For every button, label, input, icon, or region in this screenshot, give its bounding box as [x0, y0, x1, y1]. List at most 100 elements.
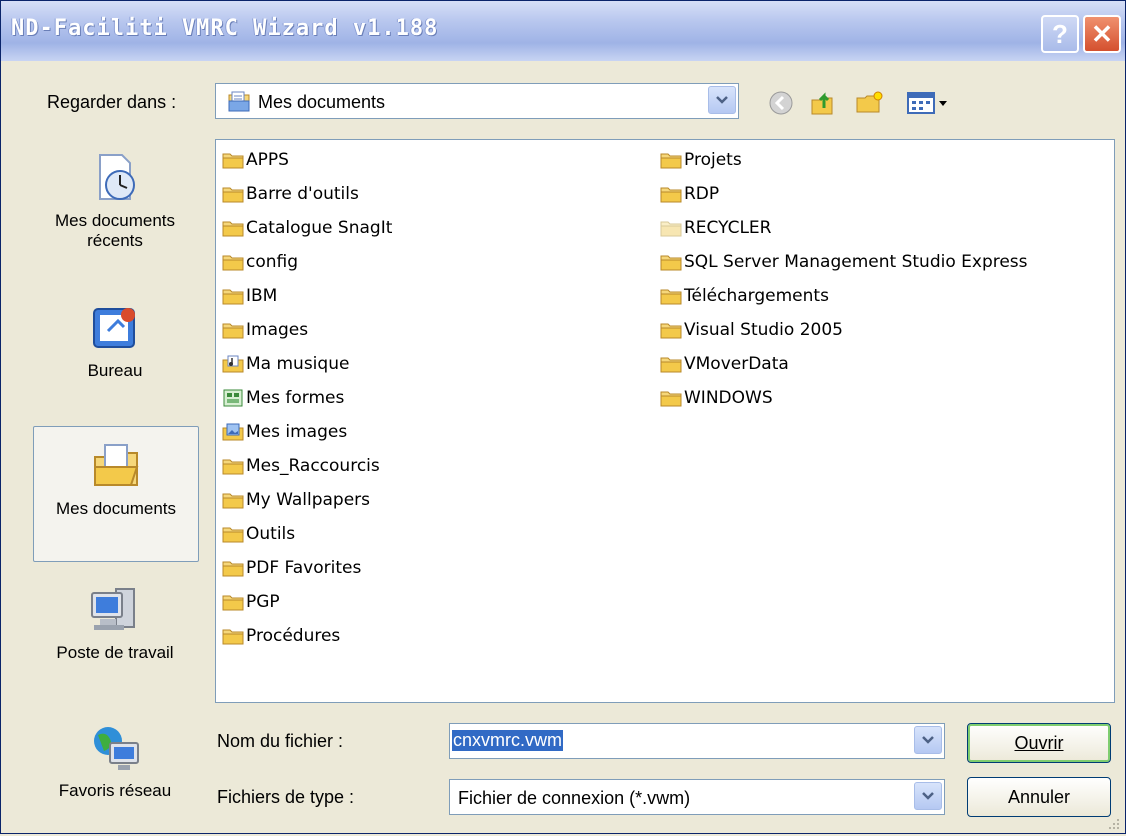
list-item[interactable]: SQL Server Management Studio Express — [660, 247, 1028, 277]
list-item-label: Visual Studio 2005 — [684, 320, 843, 340]
hidden-folder-icon — [660, 219, 682, 237]
up-folder-icon[interactable] — [807, 87, 839, 119]
cancel-button[interactable]: Annuler — [967, 777, 1111, 817]
my-computer-icon — [88, 583, 142, 637]
list-item[interactable]: Ma musique — [222, 349, 349, 379]
place-desktop[interactable]: Bureau — [33, 289, 197, 409]
list-item-label: Projets — [684, 150, 742, 170]
window-title: ND-Faciliti VMRC Wizard v1.188 — [11, 16, 439, 41]
list-item-label: config — [246, 252, 299, 272]
folder-icon — [222, 491, 244, 509]
file-type-label: Fichiers de type : — [217, 787, 355, 807]
pictures-folder-icon — [222, 423, 244, 441]
list-item[interactable]: My Wallpapers — [222, 485, 370, 515]
place-recent-documents[interactable]: Mes documents récents — [33, 139, 197, 279]
list-item[interactable]: Visual Studio 2005 — [660, 315, 843, 345]
places-bar: Mes documents récents Bureau Mes documen… — [33, 139, 201, 819]
list-item-label: Images — [246, 320, 309, 340]
my-documents-icon — [89, 439, 143, 493]
list-item[interactable]: APPS — [222, 145, 289, 175]
place-label: Poste de travail — [56, 643, 174, 662]
list-item-label: PDF Favorites — [246, 558, 362, 578]
list-item[interactable]: WINDOWS — [660, 383, 773, 413]
place-label: Mes documents récents — [55, 211, 175, 250]
list-item[interactable]: VMoverData — [660, 349, 789, 379]
folder-icon — [660, 355, 682, 373]
file-name-input[interactable]: cnxvmrc.vwm — [449, 723, 945, 759]
open-file-dialog: ND-Faciliti VMRC Wizard v1.188 ? ✕ Regar… — [0, 0, 1126, 834]
list-item-label: Mes formes — [246, 388, 345, 408]
view-menu-icon[interactable] — [903, 87, 953, 119]
file-list[interactable]: APPS Barre d'outils Catalogue SnagIt config… — [215, 139, 1115, 703]
folder-icon — [222, 457, 244, 475]
list-item-label: APPS — [246, 150, 289, 170]
list-item[interactable]: Mes_Raccourcis — [222, 451, 380, 481]
list-item[interactable]: Catalogue SnagIt — [222, 213, 392, 243]
place-my-documents[interactable]: Mes documents — [33, 426, 199, 562]
folder-icon — [222, 287, 244, 305]
list-item[interactable]: Images — [222, 315, 308, 345]
list-item[interactable]: Téléchargements — [660, 281, 829, 311]
chevron-down-icon[interactable] — [708, 86, 736, 114]
back-icon[interactable] — [765, 87, 797, 119]
list-item-label: Mes images — [246, 422, 348, 442]
folder-icon — [222, 321, 244, 339]
look-in-combo[interactable]: Mes documents — [215, 83, 739, 119]
list-item[interactable]: Mes images — [222, 417, 347, 447]
open-button[interactable]: Ouvrir — [967, 723, 1111, 763]
list-item[interactable]: RECYCLER — [660, 213, 771, 243]
chevron-down-icon[interactable] — [914, 782, 942, 810]
folder-icon — [222, 627, 244, 645]
list-item[interactable]: Mes formes — [222, 383, 344, 413]
file-type-select[interactable]: Fichier de connexion (*.vwm) — [449, 779, 945, 815]
list-item-label: Outils — [246, 524, 296, 544]
list-item[interactable]: IBM — [222, 281, 277, 311]
folder-icon — [660, 151, 682, 169]
folder-icon — [222, 593, 244, 611]
chevron-down-icon[interactable] — [914, 726, 942, 754]
resize-grip-icon[interactable] — [1107, 815, 1121, 829]
folder-icon — [222, 185, 244, 203]
list-item[interactable]: config — [222, 247, 298, 277]
title-bar[interactable]: ND-Faciliti VMRC Wizard v1.188 ? ✕ — [1, 1, 1125, 61]
folder-icon — [222, 253, 244, 271]
list-item[interactable]: RDP — [660, 179, 719, 209]
folder-icon — [222, 219, 244, 237]
shapes-folder-icon — [222, 389, 244, 407]
list-item-label: Catalogue SnagIt — [246, 218, 393, 238]
list-item-label: IBM — [246, 286, 278, 306]
list-item-label: WINDOWS — [684, 388, 773, 408]
file-name-value: cnxvmrc.vwm — [452, 730, 563, 751]
file-type-value: Fichier de connexion (*.vwm) — [458, 788, 691, 808]
place-label: Mes documents — [56, 499, 176, 518]
list-item[interactable]: Projets — [660, 145, 742, 175]
desktop-icon — [88, 301, 142, 355]
list-item-label: Téléchargements — [684, 286, 829, 306]
list-item[interactable]: PDF Favorites — [222, 553, 361, 583]
look-in-label: Regarder dans : — [47, 92, 177, 112]
file-name-label: Nom du fichier : — [217, 731, 344, 751]
music-folder-icon — [222, 355, 244, 373]
folder-icon — [222, 525, 244, 543]
folder-icon — [222, 559, 244, 577]
folder-icon — [660, 321, 682, 339]
place-label: Bureau — [87, 361, 143, 380]
help-button[interactable]: ? — [1041, 15, 1079, 53]
list-item[interactable]: PGP — [222, 587, 280, 617]
close-button[interactable]: ✕ — [1083, 15, 1121, 53]
list-item[interactable]: Procédures — [222, 621, 340, 651]
folder-icon — [660, 185, 682, 203]
place-network[interactable]: Favoris réseau — [33, 709, 197, 819]
list-item-label: Mes_Raccourcis — [246, 456, 380, 476]
folder-icon — [660, 389, 682, 407]
look-in-value: Mes documents — [258, 92, 386, 112]
list-item[interactable]: Outils — [222, 519, 295, 549]
place-label: Favoris réseau — [58, 781, 172, 800]
list-item-label: Barre d'outils — [246, 184, 359, 204]
list-item-label: SQL Server Management Studio Express — [684, 252, 1028, 272]
folder-icon — [660, 253, 682, 271]
new-folder-icon[interactable] — [853, 87, 885, 119]
list-item-label: My Wallpapers — [246, 490, 371, 510]
place-my-computer[interactable]: Poste de travail — [33, 571, 197, 701]
list-item[interactable]: Barre d'outils — [222, 179, 359, 209]
